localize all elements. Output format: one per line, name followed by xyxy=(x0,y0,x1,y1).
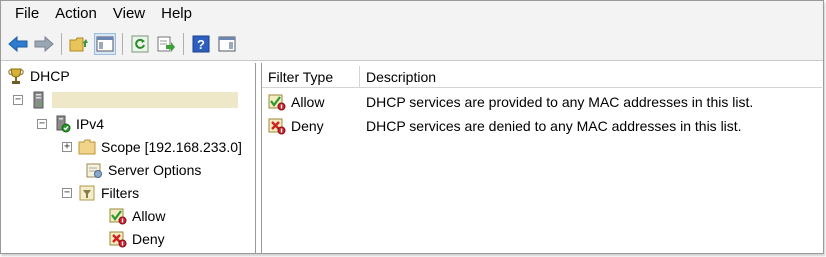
list-cell-description: DHCP services are denied to any MAC addr… xyxy=(366,118,742,134)
console-tree: DHCP − − IPv4 + Scope [192.168.233.0] Se… xyxy=(3,63,256,253)
allow-filter-icon xyxy=(109,207,127,225)
tree-label-dhcp: DHCP xyxy=(30,68,70,84)
list-row-allow[interactable]: Allow DHCP services are provided to any … xyxy=(262,91,822,113)
menu-file[interactable]: File xyxy=(7,1,47,27)
collapse-toggle[interactable]: − xyxy=(62,188,72,198)
tree-node-server[interactable]: − xyxy=(13,89,238,111)
up-folder-icon[interactable] xyxy=(68,33,90,55)
column-header-filter-type[interactable]: Filter Type xyxy=(262,66,359,88)
tree-label-deny: Deny xyxy=(132,231,165,247)
export-list-icon[interactable] xyxy=(155,33,177,55)
list-cell-type: Deny xyxy=(268,117,324,135)
list-cell-description: DHCP services are provided to any MAC ad… xyxy=(366,94,754,110)
menu-action[interactable]: Action xyxy=(47,1,105,27)
tree-node-scope[interactable]: + Scope [192.168.233.0] xyxy=(62,136,242,158)
menu-help[interactable]: Help xyxy=(153,1,200,27)
show-hide-tree-icon[interactable] xyxy=(94,32,116,55)
expand-toggle[interactable]: + xyxy=(62,142,72,152)
deny-filter-icon xyxy=(268,117,286,135)
tree-node-filters[interactable]: − Filters xyxy=(62,182,139,204)
tree-node-deny[interactable]: Deny xyxy=(109,228,165,250)
tree-label-filters: Filters xyxy=(101,185,140,201)
results-list: Filter Type Description Allow DHCP servi… xyxy=(261,63,823,253)
tree-label-allow: Allow xyxy=(132,208,166,224)
help-icon[interactable]: ? xyxy=(190,33,212,55)
menu-view[interactable]: View xyxy=(105,1,153,27)
tree-label-ipv4: IPv4 xyxy=(76,116,105,132)
list-cell-type: Allow xyxy=(268,93,324,111)
svg-text:?: ? xyxy=(197,37,205,52)
toolbar: ? xyxy=(1,27,823,61)
tree-node-allow[interactable]: Allow xyxy=(109,205,165,227)
folder-icon xyxy=(78,138,96,156)
properties-pane-icon[interactable] xyxy=(216,33,238,55)
toolbar-separator xyxy=(183,32,184,55)
tree-node-ipv4[interactable]: − IPv4 xyxy=(37,113,104,135)
server-options-icon xyxy=(85,161,103,179)
column-header-description[interactable]: Description xyxy=(360,66,822,88)
tree-label-server-options: Server Options xyxy=(108,162,202,178)
menu-bar: File Action View Help xyxy=(1,1,823,27)
forward-arrow-icon[interactable] xyxy=(33,33,55,55)
refresh-icon[interactable] xyxy=(129,33,151,55)
allow-filter-icon xyxy=(268,93,286,111)
toolbar-separator xyxy=(61,32,62,55)
list-type-label: Allow xyxy=(291,94,325,110)
deny-filter-icon xyxy=(109,230,127,248)
collapse-toggle[interactable]: − xyxy=(13,95,23,105)
tree-label-scope: Scope [192.168.233.0] xyxy=(101,139,242,155)
tree-node-dhcp[interactable]: DHCP xyxy=(7,65,70,87)
filter-icon xyxy=(78,184,96,202)
ipv4-server-icon xyxy=(53,115,71,133)
tree-node-server-options[interactable]: Server Options xyxy=(85,159,201,181)
server-tower-icon xyxy=(29,91,47,109)
mmc-window: File Action View Help ? DHCP − − IPv4 + … xyxy=(0,0,824,254)
collapse-toggle[interactable]: − xyxy=(37,119,47,129)
back-arrow-icon[interactable] xyxy=(7,33,29,55)
toolbar-separator xyxy=(122,32,123,55)
dhcp-trophy-icon xyxy=(7,67,25,85)
server-hostname xyxy=(52,92,238,108)
list-type-label: Deny xyxy=(291,118,324,134)
list-row-deny[interactable]: Deny DHCP services are denied to any MAC… xyxy=(262,115,822,137)
